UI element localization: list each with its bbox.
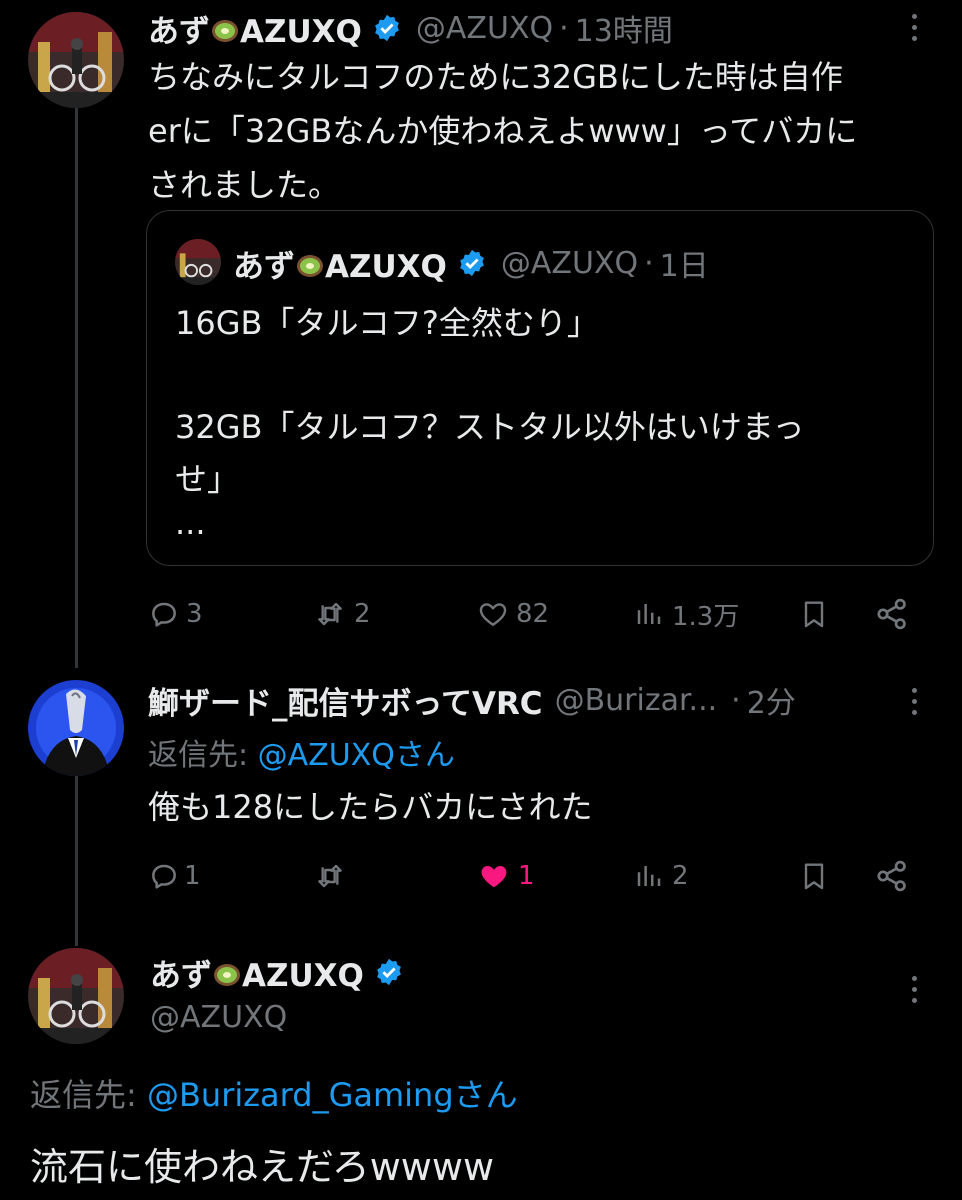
quote-text: 16GB「タルコフ?全然むり」 32GB「タルコフ？ストタル以外はいけまっ せ」… (175, 297, 915, 541)
avatar[interactable] (28, 680, 124, 776)
user-handle[interactable]: @AZUXQ (416, 11, 553, 46)
tweet-text: 俺も128にしたらバカにされた (148, 788, 593, 826)
retweet-icon (318, 864, 342, 888)
verified-badge-icon (460, 249, 484, 277)
views-button[interactable]: 1.3万 (634, 596, 739, 632)
timestamp[interactable]: 13時間 (575, 6, 673, 50)
tweet-text-line: されました。 (148, 166, 341, 204)
views-icon (637, 866, 661, 886)
retweet-button[interactable]: 2 (312, 596, 371, 632)
timestamp[interactable]: 2分 (747, 678, 796, 722)
reply-icon (152, 602, 176, 627)
quote-text-line: ... (175, 504, 206, 542)
views-count: 1.3万 (672, 601, 740, 632)
views-button[interactable]: 2 (634, 858, 689, 894)
user-handle[interactable]: @AZUXQ (150, 1000, 287, 1035)
quote-header: あず AZUXQ @AZUXQ · 1日 (233, 243, 709, 285)
separator-dot: · (644, 245, 654, 281)
bookmark-icon[interactable] (798, 596, 830, 632)
kiwi-emoji-icon (212, 19, 238, 42)
reply-to-label: 返信先: (30, 1076, 147, 1114)
retweet-button[interactable] (312, 858, 348, 894)
heart-filled-icon (481, 866, 507, 888)
user-handle[interactable]: @Burizar... (555, 683, 718, 718)
thread-line (75, 776, 78, 946)
like-button[interactable]: 82 (476, 596, 549, 632)
avatar-image (28, 680, 124, 776)
avatar-image (28, 12, 124, 108)
more-options-icon[interactable] (912, 976, 918, 1009)
views-count: 2 (672, 861, 689, 891)
quote-text-line: せ」 (175, 460, 240, 498)
heart-icon (479, 603, 507, 626)
quote-text-line: 16GB「タルコフ?全然むり」 (175, 304, 599, 342)
verified-badge-icon (375, 14, 399, 42)
tweet-header: あず AZUXQ (150, 950, 404, 995)
reply-count: 1 (184, 861, 201, 891)
share-icon[interactable] (874, 596, 910, 632)
share-icon[interactable] (874, 858, 910, 894)
quote-display-name: あず AZUXQ (233, 248, 447, 285)
reply-button[interactable]: 3 (148, 596, 203, 632)
quoted-tweet[interactable]: あず AZUXQ @AZUXQ · 1日 16GB「タルコフ?全然むり」 32GB… (146, 210, 934, 566)
tweet-text: ちなみにタルコフのために32GBにした時は自作 erに「32GBなんか使わねえよ… (148, 50, 938, 212)
reply-icon (152, 864, 176, 889)
bookmark-icon[interactable] (798, 858, 830, 894)
reply-to-user-link[interactable]: @Burizard_Gamingさん (147, 1076, 518, 1114)
thread-line (75, 108, 78, 668)
quote-avatar (175, 239, 221, 285)
views-icon (637, 604, 661, 624)
quote-text-line: 32GB「タルコフ？ストタル以外はいけまっ (175, 408, 805, 446)
avatar-image (28, 948, 124, 1044)
reply-count: 3 (186, 599, 203, 629)
tweet-text-line: erに「32GBなんか使わねえよwww」ってバカに (148, 112, 858, 150)
avatar[interactable] (28, 948, 124, 1044)
verified-badge-icon (377, 958, 401, 986)
like-count: 1 (518, 861, 535, 891)
like-count: 82 (516, 599, 550, 629)
kiwi-emoji-icon (214, 963, 240, 986)
display-name[interactable]: 鰤ザード_配信サボってVRC (148, 678, 543, 723)
reply-button[interactable]: 1 (148, 858, 201, 894)
reply-to-user-link[interactable]: @AZUXQさん (258, 738, 455, 773)
tweet-header: あず AZUXQ @AZUXQ · 13時間 (148, 6, 673, 51)
reply-context: 返信先: @AZUXQさん (148, 730, 455, 774)
retweet-icon (318, 602, 342, 626)
avatar[interactable] (28, 12, 124, 108)
reply-to-label: 返信先: (148, 738, 258, 773)
display-name[interactable]: あず AZUXQ (148, 6, 362, 51)
tweet-header: 鰤ザード_配信サボってVRC @Burizar... · 2分 (148, 678, 796, 723)
more-options-icon[interactable] (912, 688, 918, 721)
retweet-count: 2 (354, 599, 371, 629)
more-options-icon[interactable] (912, 14, 918, 47)
reply-context: 返信先: @Burizard_Gamingさん (30, 1070, 518, 1116)
avatar-image (175, 239, 221, 285)
like-button[interactable]: 1 (476, 858, 535, 894)
kiwi-emoji-icon (297, 254, 323, 277)
display-name[interactable]: あず AZUXQ (150, 950, 364, 995)
tweet-text: 流石に使わねえだろwwww (30, 1145, 495, 1189)
tweet-text-line: ちなみにタルコフのために32GBにした時は自作 (148, 58, 843, 96)
separator-dot: · (731, 682, 741, 718)
separator-dot: · (559, 10, 569, 46)
quote-text-line (175, 349, 915, 401)
quote-user-handle: @AZUXQ (500, 245, 639, 281)
quote-timestamp: 1日 (659, 249, 709, 284)
